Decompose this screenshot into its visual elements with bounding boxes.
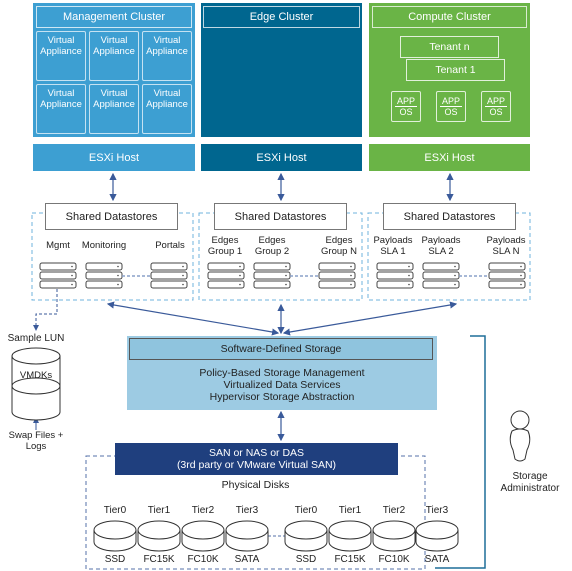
edge-cluster: Edge Cluster <box>201 3 362 137</box>
server-icon <box>318 280 356 289</box>
management-cluster-title: Management Cluster <box>36 6 192 28</box>
virtual-appliance: Virtual Appliance <box>89 31 139 81</box>
datastore-label: Edges Group N <box>321 235 357 257</box>
san-nas-das: SAN or NAS or DAS (3rd party or VMware V… <box>115 443 398 475</box>
server-icon <box>488 280 526 289</box>
server-icon <box>422 280 460 289</box>
shared-datastores-edge: Shared Datastores <box>214 203 347 230</box>
esxi-host-compute: ESXi Host <box>369 144 530 171</box>
physical-disks-title: Physical Disks <box>221 479 290 491</box>
sds-title: Software-Defined Storage <box>129 338 433 360</box>
datastore-label: Mgmt <box>46 240 70 251</box>
server-icon <box>253 280 291 289</box>
server-icon <box>150 280 188 289</box>
server-icon <box>39 262 77 271</box>
disk-tier-label: Tier1 <box>338 505 362 516</box>
server-icon <box>85 271 123 280</box>
server-icon <box>422 271 460 280</box>
server-icon <box>376 262 414 271</box>
datastore-label: Monitoring <box>81 240 127 251</box>
server-icon <box>488 271 526 280</box>
datastore-label: Edges Group 2 <box>254 235 290 257</box>
disk-type-label: SSD <box>104 554 126 565</box>
sds-feature: Virtualized Data Services <box>223 379 341 391</box>
tenant-1: Tenant 1 <box>406 59 505 81</box>
server-icon <box>253 262 291 271</box>
shared-datastores-management: Shared Datastores <box>45 203 178 230</box>
virtual-appliance: Virtual Appliance <box>89 84 139 134</box>
disk-type-label: SATA <box>234 554 260 565</box>
san-line2: (3rd party or VMware Virtual SAN) <box>176 459 337 471</box>
disk-tier-label: Tier3 <box>425 505 449 516</box>
storage-architecture-diagram: Management Cluster Virtual Appliance Virt… <box>0 0 572 571</box>
server-icon <box>150 271 188 280</box>
disk-type-label: SSD <box>295 554 317 565</box>
compute-cluster-title: Compute Cluster <box>372 6 527 28</box>
disk-tier-label: Tier1 <box>147 505 171 516</box>
server-icon <box>207 280 245 289</box>
virtual-appliance: Virtual Appliance <box>36 84 86 134</box>
disk-type-label: SATA <box>424 554 450 565</box>
vm-app-os: APP OS <box>481 91 511 122</box>
disk-type-label: FC10K <box>378 554 410 565</box>
server-icon <box>39 280 77 289</box>
server-icon <box>150 262 188 271</box>
vm-app-os: APP OS <box>391 91 421 122</box>
san-line1: SAN or NAS or DAS <box>208 447 305 459</box>
sds-feature: Policy-Based Storage Management <box>199 367 365 379</box>
server-icon <box>85 280 123 289</box>
virtual-appliance: Virtual Appliance <box>36 31 86 81</box>
disk-tier-label: Tier2 <box>382 505 406 516</box>
server-icon <box>85 262 123 271</box>
datastore-label: Payloads SLA 2 <box>421 235 461 257</box>
datastore-label: Edges Group 1 <box>207 235 243 257</box>
disk-type-label: FC15K <box>143 554 175 565</box>
server-icon <box>207 271 245 280</box>
server-icon <box>376 271 414 280</box>
sds-feature: Hypervisor Storage Abstraction <box>209 391 355 403</box>
edge-cluster-title: Edge Cluster <box>203 6 360 28</box>
disk-tier-label: Tier3 <box>235 505 259 516</box>
storage-administrator-icon <box>509 410 531 462</box>
esxi-host-edge: ESXi Host <box>201 144 362 171</box>
disk-type-label: FC15K <box>334 554 366 565</box>
storage-administrator-label: Storage Administrator <box>500 471 560 494</box>
disk-tier-label: Tier0 <box>294 505 318 516</box>
virtual-appliance: Virtual Appliance <box>142 31 192 81</box>
server-icon <box>253 271 291 280</box>
server-icon <box>318 262 356 271</box>
vmdks-label: VMDKs <box>19 370 53 381</box>
swap-files-logs-label: Swap Files + Logs <box>8 430 64 452</box>
server-icon <box>207 262 245 271</box>
software-defined-storage: Software-Defined Storage Policy-Based St… <box>127 336 437 410</box>
disk-tier-label: Tier2 <box>191 505 215 516</box>
datastore-label: Payloads SLA N <box>486 235 526 257</box>
server-icon <box>488 262 526 271</box>
vm-app-os: APP OS <box>436 91 466 122</box>
datastore-label: Portals <box>155 240 185 251</box>
datastore-label: Payloads SLA 1 <box>373 235 413 257</box>
server-icon <box>318 271 356 280</box>
tenant-n: Tenant n <box>400 36 499 58</box>
virtual-appliance: Virtual Appliance <box>142 84 192 134</box>
shared-datastores-compute: Shared Datastores <box>383 203 516 230</box>
lun-cylinder-icon <box>11 347 61 421</box>
disk-tier-label: Tier0 <box>103 505 127 516</box>
server-stacks <box>39 262 526 289</box>
disk-type-label: FC10K <box>187 554 219 565</box>
server-icon <box>422 262 460 271</box>
esxi-host-management: ESXi Host <box>33 144 195 171</box>
sample-lun-label: Sample LUN <box>7 333 65 344</box>
server-icon <box>39 271 77 280</box>
compute-cluster: Compute Cluster Tenant n Tenant 1 APP OS … <box>369 3 530 137</box>
server-icon <box>376 280 414 289</box>
